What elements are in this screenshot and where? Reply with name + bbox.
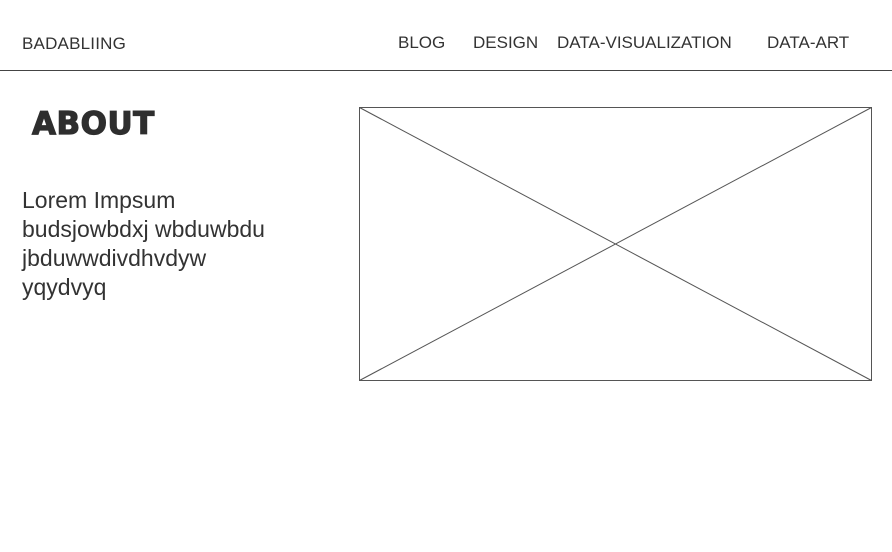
nav-link-data-art[interactable]: DATA-ART [767,33,849,53]
about-paragraph: Lorem Impsum budsjowbdxj wbduwbdu jbduww… [22,186,322,302]
about-line: Lorem Impsum [22,187,176,213]
about-line: budsjowbdxj wbduwbdu [22,216,265,242]
nav-link-data-visualization[interactable]: DATA-VISUALIZATION [557,33,732,53]
page-title: ABOUT [31,105,155,142]
about-line: yqydvyq [22,274,107,300]
header-divider [0,70,892,71]
nav-link-blog[interactable]: BLOG [398,33,445,53]
nav-link-design[interactable]: DESIGN [473,33,538,53]
about-line: jbduwwdivdhvdyw [22,245,207,271]
image-placeholder-icon [359,107,872,381]
site-brand[interactable]: BADABLIING [22,34,126,54]
image-placeholder [359,107,872,381]
